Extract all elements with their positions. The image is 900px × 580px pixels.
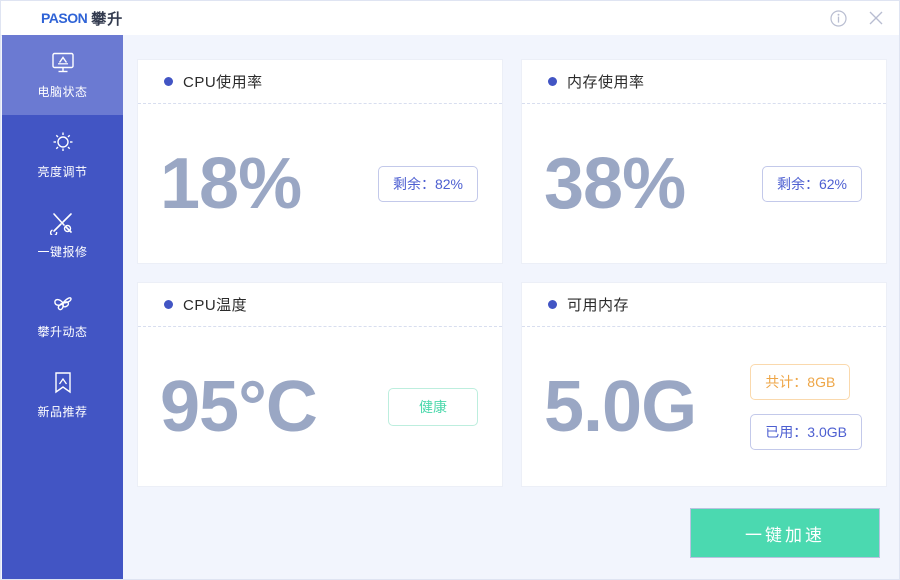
sidebar-item-news[interactable]: 攀升动态 — [2, 275, 123, 355]
info-circle-icon — [829, 9, 847, 27]
bullet-dot-icon — [548, 77, 557, 86]
status-badge: 剩余：82% — [377, 166, 478, 202]
card-row-bottom: CPU温度 95°C 健康 可用内存 5.0G 共计：8GB 已用：3.0GB — [137, 282, 887, 487]
card-title: CPU温度 — [183, 297, 248, 314]
bookmark-icon — [52, 370, 74, 396]
app-window: PASON 攀升 电脑状态 亮度调节 一键报修 攀升动态 新品推荐 CPU使用率… — [0, 0, 900, 580]
sidebar-item-label: 一键报修 — [37, 245, 88, 259]
badge-group: 剩余：82% — [377, 166, 484, 202]
card-title: 可用内存 — [567, 297, 630, 314]
sidebar-item-label: 攀升动态 — [37, 325, 88, 339]
badge-group: 健康 — [388, 388, 484, 426]
pinwheel-icon — [50, 290, 76, 316]
brightness-bulb-icon — [51, 130, 75, 156]
logo-text: 攀升 — [91, 10, 124, 28]
status-card-grid: CPU使用率 18% 剩余：82% 内存使用率 38% 剩余：62% CPU温度… — [137, 59, 887, 487]
logo-mark: PASON — [41, 10, 88, 26]
card-available-memory: 可用内存 5.0G 共计：8GB 已用：3.0GB — [521, 282, 887, 487]
bullet-dot-icon — [548, 300, 557, 309]
sidebar-item-label: 电脑状态 — [37, 85, 88, 99]
bullet-dot-icon — [164, 77, 173, 86]
badge-group: 共计：8GB 已用：3.0GB — [750, 364, 868, 450]
card-header: 内存使用率 — [522, 60, 886, 104]
monitor-icon — [51, 50, 75, 76]
accelerate-button[interactable]: 一键加速 — [691, 509, 879, 557]
sidebar-item-repair[interactable]: 一键报修 — [2, 195, 123, 275]
sidebar-item-computer-status[interactable]: 电脑状态 — [2, 35, 123, 115]
metric-value: 5.0G — [544, 367, 697, 447]
metric-value: 38% — [544, 144, 686, 224]
card-header: CPU使用率 — [138, 60, 502, 104]
card-body: 18% 剩余：82% — [138, 104, 502, 264]
total-memory-badge: 共计：8GB — [750, 364, 851, 400]
card-body: 5.0G 共计：8GB 已用：3.0GB — [522, 327, 886, 487]
status-badge: 健康 — [388, 388, 478, 426]
tools-wrench-icon — [49, 210, 76, 236]
metric-value: 95°C — [160, 367, 318, 447]
card-memory-usage: 内存使用率 38% 剩余：62% — [521, 59, 887, 264]
app-logo: PASON 攀升 — [41, 8, 123, 29]
metric-value: 18% — [160, 144, 302, 224]
card-row-top: CPU使用率 18% 剩余：82% 内存使用率 38% 剩余：62% — [137, 59, 887, 264]
close-button[interactable] — [857, 1, 895, 35]
sidebar-item-label: 亮度调节 — [37, 165, 88, 179]
sidebar: 电脑状态 亮度调节 一键报修 攀升动态 新品推荐 — [2, 35, 123, 579]
close-icon — [869, 11, 883, 25]
bullet-dot-icon — [164, 300, 173, 309]
sidebar-item-label: 新品推荐 — [37, 405, 88, 419]
card-cpu-usage: CPU使用率 18% 剩余：82% — [137, 59, 503, 264]
info-button[interactable] — [819, 1, 857, 35]
card-header: CPU温度 — [138, 283, 502, 327]
card-title: CPU使用率 — [183, 74, 263, 91]
used-memory-badge: 已用：3.0GB — [750, 414, 862, 450]
card-body: 38% 剩余：62% — [522, 104, 886, 264]
card-header: 可用内存 — [522, 283, 886, 327]
card-body: 95°C 健康 — [138, 327, 502, 487]
badge-group: 剩余：62% — [761, 166, 868, 202]
title-bar: PASON 攀升 — [1, 1, 899, 36]
sidebar-item-brightness[interactable]: 亮度调节 — [2, 115, 123, 195]
sidebar-item-new-products[interactable]: 新品推荐 — [2, 355, 123, 435]
status-badge: 剩余：62% — [761, 166, 862, 202]
card-title: 内存使用率 — [567, 74, 645, 91]
window-controls — [819, 1, 895, 35]
card-cpu-temperature: CPU温度 95°C 健康 — [137, 282, 503, 487]
main-content: CPU使用率 18% 剩余：82% 内存使用率 38% 剩余：62% CPU温度… — [123, 35, 899, 579]
